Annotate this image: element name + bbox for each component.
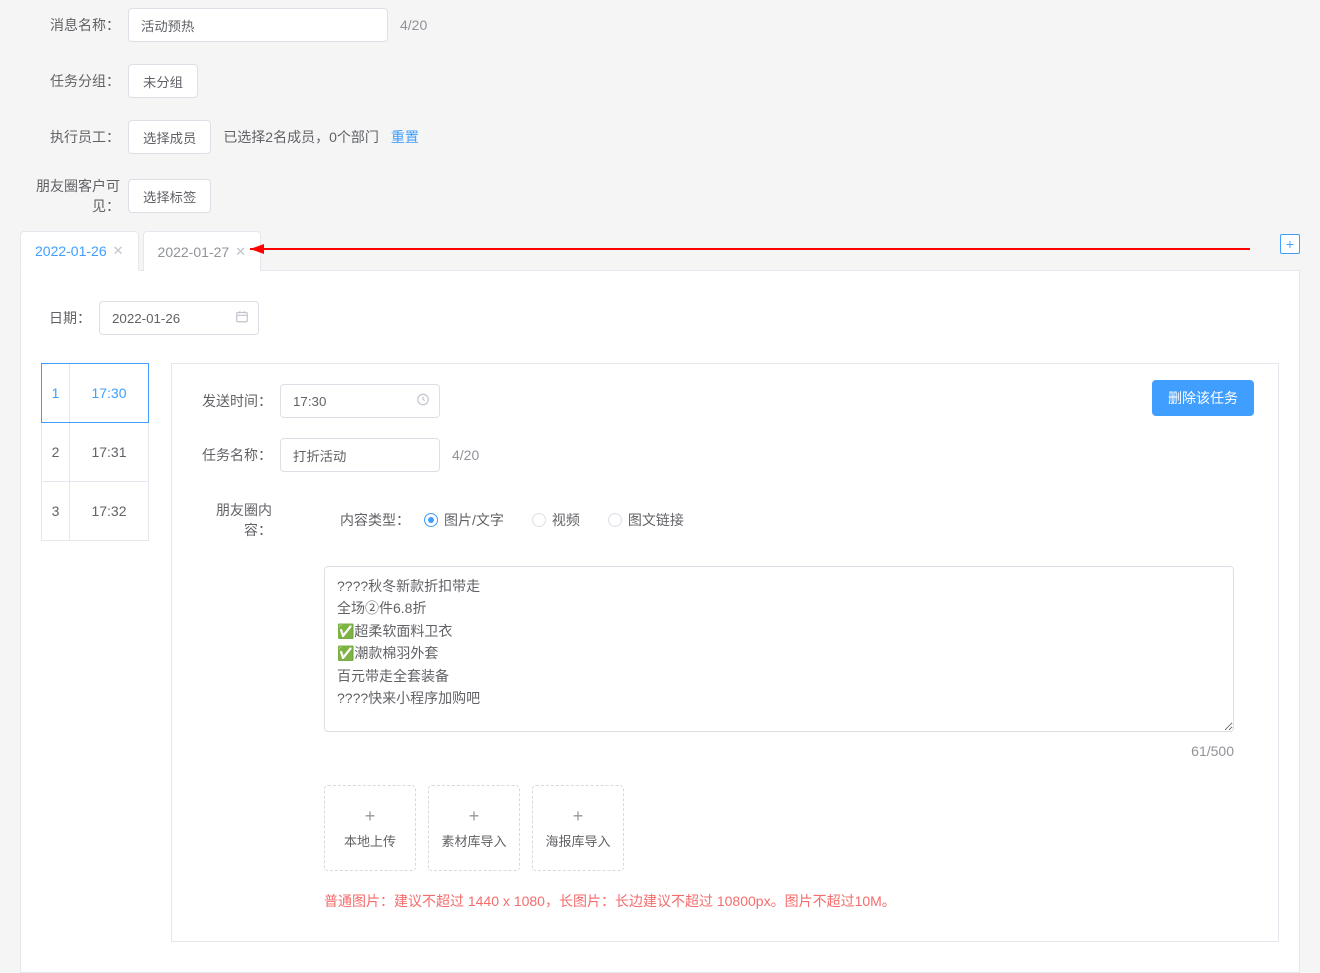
row-visibility: 朋友圈客户可见： 选择标签 bbox=[20, 176, 1300, 216]
label-send-time: 发送时间： bbox=[196, 391, 272, 411]
time-list: 1 17:30 2 17:31 3 17:32 bbox=[41, 363, 149, 942]
char-count: 61/500 bbox=[324, 743, 1234, 759]
text-executor-info: 已选择2名成员，0个部门 bbox=[223, 127, 379, 147]
clock-icon bbox=[416, 393, 430, 410]
time-item-time: 17:32 bbox=[70, 482, 148, 540]
button-select-tags[interactable]: 选择标签 bbox=[128, 179, 211, 213]
upload-cards: + 本地上传 + 素材库导入 + 海报库导入 bbox=[324, 785, 1254, 871]
input-task-name[interactable] bbox=[280, 438, 440, 472]
tabs: 2022-01-26 ✕ 2022-01-27 ✕ + 日期： bbox=[20, 230, 1300, 973]
upload-label: 素材库导入 bbox=[441, 831, 506, 850]
time-item-time: 17:31 bbox=[70, 423, 148, 481]
plus-icon: + bbox=[573, 806, 584, 827]
row-content: 朋友圈内容： 内容类型： 图片/文字 视频 bbox=[196, 500, 1254, 540]
radio-label: 视频 bbox=[552, 510, 580, 530]
radio-image-text[interactable]: 图片/文字 bbox=[424, 510, 504, 530]
label-content: 朋友圈内容： bbox=[196, 500, 272, 540]
input-message-name[interactable] bbox=[128, 8, 388, 42]
tab-date-1[interactable]: 2022-01-26 ✕ bbox=[20, 231, 139, 271]
row-task-group: 任务分组： 未分组 bbox=[20, 64, 1300, 98]
radio-icon bbox=[424, 513, 438, 527]
calendar-icon bbox=[235, 310, 249, 327]
tab-label: 2022-01-26 bbox=[35, 243, 107, 259]
time-item-time: 17:30 bbox=[70, 364, 148, 422]
add-tab-button[interactable]: + bbox=[1280, 234, 1300, 254]
upload-label: 海报库导入 bbox=[545, 831, 610, 850]
row-message-name: 消息名称： 4/20 bbox=[20, 8, 1300, 42]
plus-icon: + bbox=[469, 806, 480, 827]
row-date: 日期： bbox=[41, 301, 1279, 335]
textarea-content[interactable] bbox=[324, 566, 1234, 732]
time-item-num: 3 bbox=[42, 482, 70, 540]
upload-poster[interactable]: + 海报库导入 bbox=[532, 785, 624, 871]
radio-icon bbox=[532, 513, 546, 527]
radio-link[interactable]: 图文链接 bbox=[608, 510, 684, 530]
row-send-time: 发送时间： bbox=[196, 384, 1254, 418]
label-message-name: 消息名称： bbox=[20, 15, 128, 35]
tab-date-2[interactable]: 2022-01-27 ✕ bbox=[143, 231, 262, 271]
tab-panel: 日期： 1 17:30 2 17:31 bbox=[20, 271, 1300, 973]
link-reset[interactable]: 重置 bbox=[391, 127, 419, 147]
counter-message-name: 4/20 bbox=[400, 17, 427, 33]
time-item-3[interactable]: 3 17:32 bbox=[41, 481, 149, 541]
close-icon[interactable]: ✕ bbox=[113, 243, 124, 259]
close-icon[interactable]: ✕ bbox=[235, 244, 246, 260]
tabs-bar: 2022-01-26 ✕ 2022-01-27 ✕ + bbox=[20, 230, 1300, 271]
time-item-2[interactable]: 2 17:31 bbox=[41, 422, 149, 482]
radio-content-type: 图片/文字 视频 图文链接 bbox=[424, 510, 684, 530]
radio-video[interactable]: 视频 bbox=[532, 510, 580, 530]
radio-icon bbox=[608, 513, 622, 527]
label-task-group: 任务分组： bbox=[20, 71, 128, 91]
label-date: 日期： bbox=[41, 308, 91, 328]
row-task-name: 任务名称： 4/20 bbox=[196, 438, 1254, 472]
delete-task-button[interactable]: 删除该任务 bbox=[1152, 380, 1254, 416]
upload-local[interactable]: + 本地上传 bbox=[324, 785, 416, 871]
upload-material[interactable]: + 素材库导入 bbox=[428, 785, 520, 871]
radio-label: 图文链接 bbox=[628, 510, 684, 530]
button-task-group[interactable]: 未分组 bbox=[128, 64, 198, 98]
plus-icon: + bbox=[365, 806, 376, 827]
time-item-1[interactable]: 1 17:30 bbox=[41, 363, 149, 423]
counter-task-name: 4/20 bbox=[452, 447, 479, 463]
hint-text: 普通图片：建议不超过 1440 x 1080，长图片：长边建议不超过 10800… bbox=[324, 891, 1254, 911]
label-executor: 执行员工： bbox=[20, 127, 128, 147]
tab-label: 2022-01-27 bbox=[158, 244, 230, 260]
label-visibility: 朋友圈客户可见： bbox=[20, 176, 128, 216]
time-item-num: 1 bbox=[42, 364, 70, 422]
upload-label: 本地上传 bbox=[344, 831, 396, 850]
label-task-name: 任务名称： bbox=[196, 445, 272, 465]
row-executor: 执行员工： 选择成员 已选择2名成员，0个部门 重置 bbox=[20, 120, 1300, 154]
time-item-num: 2 bbox=[42, 423, 70, 481]
radio-label: 图片/文字 bbox=[444, 510, 504, 530]
content-body: 61/500 + 本地上传 + 素材库导入 + bbox=[324, 566, 1254, 911]
task-panel: 删除该任务 发送时间： 任务名称： 4/20 bbox=[171, 363, 1279, 942]
button-select-member[interactable]: 选择成员 bbox=[128, 120, 211, 154]
label-content-type: 内容类型： bbox=[340, 510, 410, 530]
